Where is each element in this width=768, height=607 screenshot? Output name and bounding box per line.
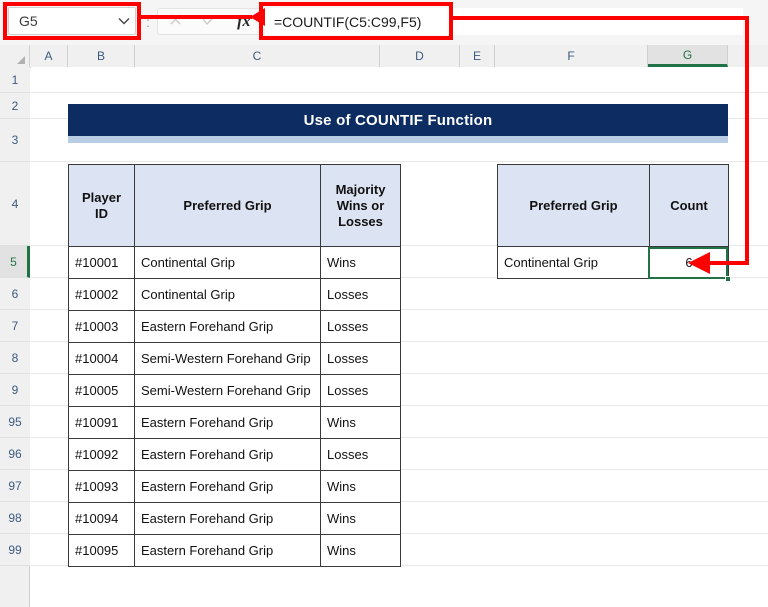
data-cell[interactable]: Semi-Western Forehand Grip — [134, 374, 321, 407]
row-header-8[interactable]: 8 — [0, 342, 30, 374]
title-underband — [68, 136, 728, 143]
row-header-2[interactable]: 2 — [0, 93, 30, 119]
data-table-header-row: Player ID Preferred Grip Majority Wins or … — [68, 164, 401, 247]
formula-bar: G5 : fx =COUNTIF(C5:C99,F5) — [0, 0, 768, 46]
table-row: #10094 Eastern Forehand Grip Wins — [68, 502, 401, 535]
data-cell[interactable]: Wins — [320, 406, 401, 439]
select-all-triangle-icon — [17, 56, 25, 64]
column-header-row: ABCDEFG — [0, 45, 768, 68]
data-cell[interactable]: #10005 — [68, 374, 135, 407]
insert-function-icon[interactable]: fx — [227, 13, 261, 31]
data-cell[interactable]: #10092 — [68, 438, 135, 471]
row-header-1[interactable]: 1 — [0, 67, 30, 93]
row-header-96[interactable]: 96 — [0, 438, 30, 470]
data-cell[interactable]: Continental Grip — [134, 246, 321, 279]
data-cell[interactable]: Losses — [320, 342, 401, 375]
table-row: #10092 Eastern Forehand Grip Losses — [68, 438, 401, 471]
table-row: Continental Grip 6 — [497, 246, 729, 279]
row-header-5[interactable]: 5 — [0, 246, 30, 278]
gridline — [31, 92, 768, 93]
gridline — [31, 161, 768, 162]
column-header-a[interactable]: A — [30, 45, 68, 67]
page-title: Use of COUNTIF Function — [303, 111, 493, 129]
data-cell[interactable]: Wins — [320, 502, 401, 535]
table-row: #10004 Semi-Western Forehand Grip Losses — [68, 342, 401, 375]
row-header-97[interactable]: 97 — [0, 470, 30, 502]
data-cell[interactable]: Eastern Forehand Grip — [134, 310, 321, 343]
table-row: #10001 Continental Grip Wins — [68, 246, 401, 279]
data-cell[interactable]: Wins — [320, 246, 401, 279]
row-header-4[interactable]: 4 — [0, 162, 30, 246]
data-cell[interactable]: Continental Grip — [134, 278, 321, 311]
table-row: #10093 Eastern Forehand Grip Wins — [68, 470, 401, 503]
title-banner: Use of COUNTIF Function — [68, 104, 728, 136]
fill-handle[interactable] — [725, 276, 731, 282]
result-table-header-cell: Count — [649, 164, 729, 247]
data-cell[interactable]: Eastern Forehand Grip — [134, 534, 321, 567]
table-row: #10003 Eastern Forehand Grip Losses — [68, 310, 401, 343]
table-row: #10095 Eastern Forehand Grip Wins — [68, 534, 401, 567]
data-cell[interactable]: Losses — [320, 310, 401, 343]
data-cell[interactable]: #10095 — [68, 534, 135, 567]
row-header-7[interactable]: 7 — [0, 310, 30, 342]
name-box[interactable]: G5 — [8, 7, 136, 35]
chevron-down-icon[interactable] — [113, 17, 135, 25]
data-cell[interactable]: #10093 — [68, 470, 135, 503]
data-cell[interactable]: Eastern Forehand Grip — [134, 502, 321, 535]
result-table-header-row: Preferred Grip Count — [497, 164, 729, 247]
result-table-header-cell: Preferred Grip — [497, 164, 650, 247]
count-value-cell[interactable]: 6 — [649, 246, 729, 279]
row-header-column: 1 2 3 4 5 6 7 8 9 95 96 97 98 99 — [0, 67, 30, 607]
formula-bar-separator: : — [146, 14, 150, 30]
row-header-3[interactable]: 3 — [0, 119, 30, 162]
table-row: #10091 Eastern Forehand Grip Wins — [68, 406, 401, 439]
formula-action-icons: fx — [157, 8, 262, 35]
data-cell[interactable]: #10003 — [68, 310, 135, 343]
column-header-f[interactable]: F — [495, 45, 648, 67]
data-cell[interactable]: Losses — [320, 374, 401, 407]
data-cell[interactable]: Wins — [320, 534, 401, 567]
row-header-95[interactable]: 95 — [0, 406, 30, 438]
table-row: #10005 Semi-Western Forehand Grip Losses — [68, 374, 401, 407]
data-cell[interactable]: Losses — [320, 438, 401, 471]
data-cell[interactable]: Eastern Forehand Grip — [134, 470, 321, 503]
data-table: Player ID Preferred Grip Majority Wins or … — [68, 164, 401, 567]
data-cell[interactable]: Eastern Forehand Grip — [134, 438, 321, 471]
data-cell[interactable]: #10094 — [68, 502, 135, 535]
row-header-99[interactable]: 99 — [0, 534, 30, 566]
select-all-corner[interactable] — [0, 45, 30, 67]
row-header-9[interactable]: 9 — [0, 374, 30, 406]
row-header-98[interactable]: 98 — [0, 502, 30, 534]
table-row: #10002 Continental Grip Losses — [68, 278, 401, 311]
column-header-g[interactable]: G — [648, 45, 728, 67]
worksheet-grid: Use of COUNTIF Function Player ID Preferr… — [31, 67, 768, 607]
data-cell[interactable]: Eastern Forehand Grip — [134, 406, 321, 439]
data-cell[interactable]: Losses — [320, 278, 401, 311]
column-header-b[interactable]: B — [68, 45, 135, 67]
data-cell[interactable]: #10004 — [68, 342, 135, 375]
row-header-6[interactable]: 6 — [0, 278, 30, 310]
data-cell[interactable]: Wins — [320, 470, 401, 503]
data-table-header-cell: Preferred Grip — [134, 164, 321, 247]
data-cell[interactable]: #10001 — [68, 246, 135, 279]
data-cell[interactable]: Semi-Western Forehand Grip — [134, 342, 321, 375]
data-table-header-cell: Majority Wins or Losses — [320, 164, 401, 247]
data-table-header-cell: Player ID — [68, 164, 135, 247]
cancel-icon[interactable] — [158, 13, 192, 30]
formula-input[interactable]: =COUNTIF(C5:C99,F5) — [265, 8, 743, 35]
data-cell[interactable]: #10091 — [68, 406, 135, 439]
column-header-d[interactable]: D — [380, 45, 460, 67]
data-cell[interactable]: #10002 — [68, 278, 135, 311]
result-table: Preferred Grip Count Continental Grip 6 — [497, 164, 729, 279]
column-header-e[interactable]: E — [460, 45, 495, 67]
name-box-value: G5 — [19, 13, 38, 29]
column-header-c[interactable]: C — [135, 45, 380, 67]
enter-icon[interactable] — [192, 13, 226, 30]
criteria-cell[interactable]: Continental Grip — [497, 246, 650, 279]
